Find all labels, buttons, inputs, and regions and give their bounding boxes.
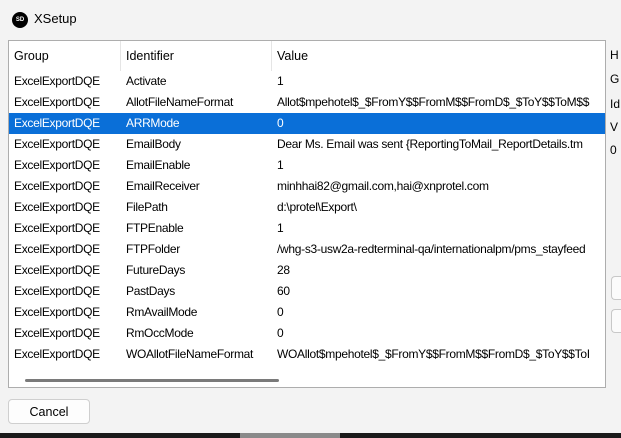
cell-group[interactable]: ExcelExportDQE xyxy=(9,281,121,302)
table-row[interactable]: ExcelExportDQE WOAllotFileNameFormat WOAll… xyxy=(9,344,605,365)
cell-value[interactable]: Dear Ms. Email was sent {ReportingToMail… xyxy=(272,134,605,155)
cell-group[interactable]: ExcelExportDQE xyxy=(9,134,121,155)
settings-grid[interactable]: Group Identifier Value ExcelExportDQE Act… xyxy=(8,40,606,388)
table-row[interactable]: ExcelExportDQE RmOccMode 0 xyxy=(9,323,605,344)
cell-value[interactable]: d:\protel\Export\ xyxy=(272,197,605,218)
table-row[interactable]: ExcelExportDQE EmailEnable 1 xyxy=(9,155,605,176)
app-logo-icon: SD xyxy=(12,12,28,28)
side-label: V xyxy=(610,120,619,134)
cell-group[interactable]: ExcelExportDQE xyxy=(9,71,121,92)
cell-identifier[interactable]: ARRMode xyxy=(121,113,271,134)
table-row[interactable]: ExcelExportDQE Activate 1 xyxy=(9,71,605,92)
cancel-button[interactable]: Cancel xyxy=(8,399,90,424)
side-button[interactable] xyxy=(611,276,621,300)
window-title: XSetup xyxy=(34,11,77,26)
table-row[interactable]: ExcelExportDQE ARRMode 0 xyxy=(9,113,605,134)
cell-value[interactable]: /whg-s3-usw2a-redterminal-qa/internation… xyxy=(272,239,605,260)
scrollbar-thumb[interactable] xyxy=(25,379,279,382)
table-row[interactable]: ExcelExportDQE EmailReceiver minhhai82@gma… xyxy=(9,176,605,197)
column-header-value[interactable]: Value xyxy=(272,41,605,71)
table-row[interactable]: ExcelExportDQE PastDays 60 xyxy=(9,281,605,302)
table-row[interactable]: ExcelExportDQE RmAvailMode 0 xyxy=(9,302,605,323)
table-row[interactable]: ExcelExportDQE FilePath d:\protel\Export\ xyxy=(9,197,605,218)
cell-value[interactable]: Allot$mpehotel$_$FromY$$FromM$$FromD$_$T… xyxy=(272,92,605,113)
cell-group[interactable]: ExcelExportDQE xyxy=(9,323,121,344)
table-row[interactable]: ExcelExportDQE FTPEnable 1 xyxy=(9,218,605,239)
cell-value[interactable]: 1 xyxy=(272,218,605,239)
cell-identifier[interactable]: EmailBody xyxy=(121,134,271,155)
column-header-identifier[interactable]: Identifier xyxy=(121,41,271,71)
cell-identifier[interactable]: AllotFileNameFormat xyxy=(121,92,271,113)
cell-identifier[interactable]: RmAvailMode xyxy=(121,302,271,323)
cell-identifier[interactable]: FTPEnable xyxy=(121,218,271,239)
cell-group[interactable]: ExcelExportDQE xyxy=(9,155,121,176)
cell-value[interactable]: 1 xyxy=(272,71,605,92)
cell-identifier[interactable]: WOAllotFileNameFormat xyxy=(121,344,271,365)
cell-identifier[interactable]: FilePath xyxy=(121,197,271,218)
cell-identifier[interactable]: Activate xyxy=(121,71,271,92)
table-row[interactable]: ExcelExportDQE FutureDays 28 xyxy=(9,260,605,281)
cell-group[interactable]: ExcelExportDQE xyxy=(9,260,121,281)
cell-identifier[interactable]: PastDays xyxy=(121,281,271,302)
side-label: 0 xyxy=(610,143,617,157)
cell-value[interactable]: 0 xyxy=(272,302,605,323)
cell-group[interactable]: ExcelExportDQE xyxy=(9,239,121,260)
side-panel: H G Id V 0 xyxy=(606,40,621,386)
cell-value[interactable]: 0 xyxy=(272,113,605,134)
table-row[interactable]: ExcelExportDQE AllotFileNameFormat Allot$m… xyxy=(9,92,605,113)
column-header-group[interactable]: Group xyxy=(9,41,121,71)
cell-group[interactable]: ExcelExportDQE xyxy=(9,302,121,323)
cell-value[interactable]: 60 xyxy=(272,281,605,302)
cell-identifier[interactable]: EmailReceiver xyxy=(121,176,271,197)
cell-identifier[interactable]: EmailEnable xyxy=(121,155,271,176)
cell-value[interactable]: 1 xyxy=(272,155,605,176)
horizontal-scrollbar[interactable] xyxy=(9,372,605,387)
grid-header: Group Identifier Value xyxy=(9,41,605,71)
cell-group[interactable]: ExcelExportDQE xyxy=(9,176,121,197)
table-row[interactable]: ExcelExportDQE FTPFolder/whg-s3-usw2a-red… xyxy=(9,239,605,260)
cell-group[interactable]: ExcelExportDQE xyxy=(9,344,121,365)
side-button[interactable] xyxy=(611,309,621,333)
cell-value[interactable]: 0 xyxy=(272,323,605,344)
cell-identifier[interactable]: RmOccMode xyxy=(121,323,271,344)
title-bar[interactable]: SD XSetup xyxy=(0,0,621,38)
cell-identifier[interactable]: FutureDays xyxy=(121,260,271,281)
cell-group[interactable]: ExcelExportDQE xyxy=(9,218,121,239)
cell-value[interactable]: 28 xyxy=(272,260,605,281)
cell-group[interactable]: ExcelExportDQE xyxy=(9,197,121,218)
side-label: H xyxy=(610,48,619,62)
side-label: Id xyxy=(610,97,621,111)
side-label: G xyxy=(610,72,620,86)
table-row[interactable]: ExcelExportDQE EmailBody Dear Ms. Email wa… xyxy=(9,134,605,155)
cell-value[interactable]: WOAllot$mpehotel$_$FromY$$FromM$$FromD$_… xyxy=(272,344,605,365)
cell-value[interactable]: minhhai82@gmail.com,hai@xnprotel.com xyxy=(272,176,605,197)
taskbar-edge-highlight xyxy=(240,433,340,438)
cell-group[interactable]: ExcelExportDQE xyxy=(9,92,121,113)
cell-group[interactable]: ExcelExportDQE xyxy=(9,113,121,134)
cell-identifier[interactable]: FTPFolder xyxy=(121,239,271,260)
